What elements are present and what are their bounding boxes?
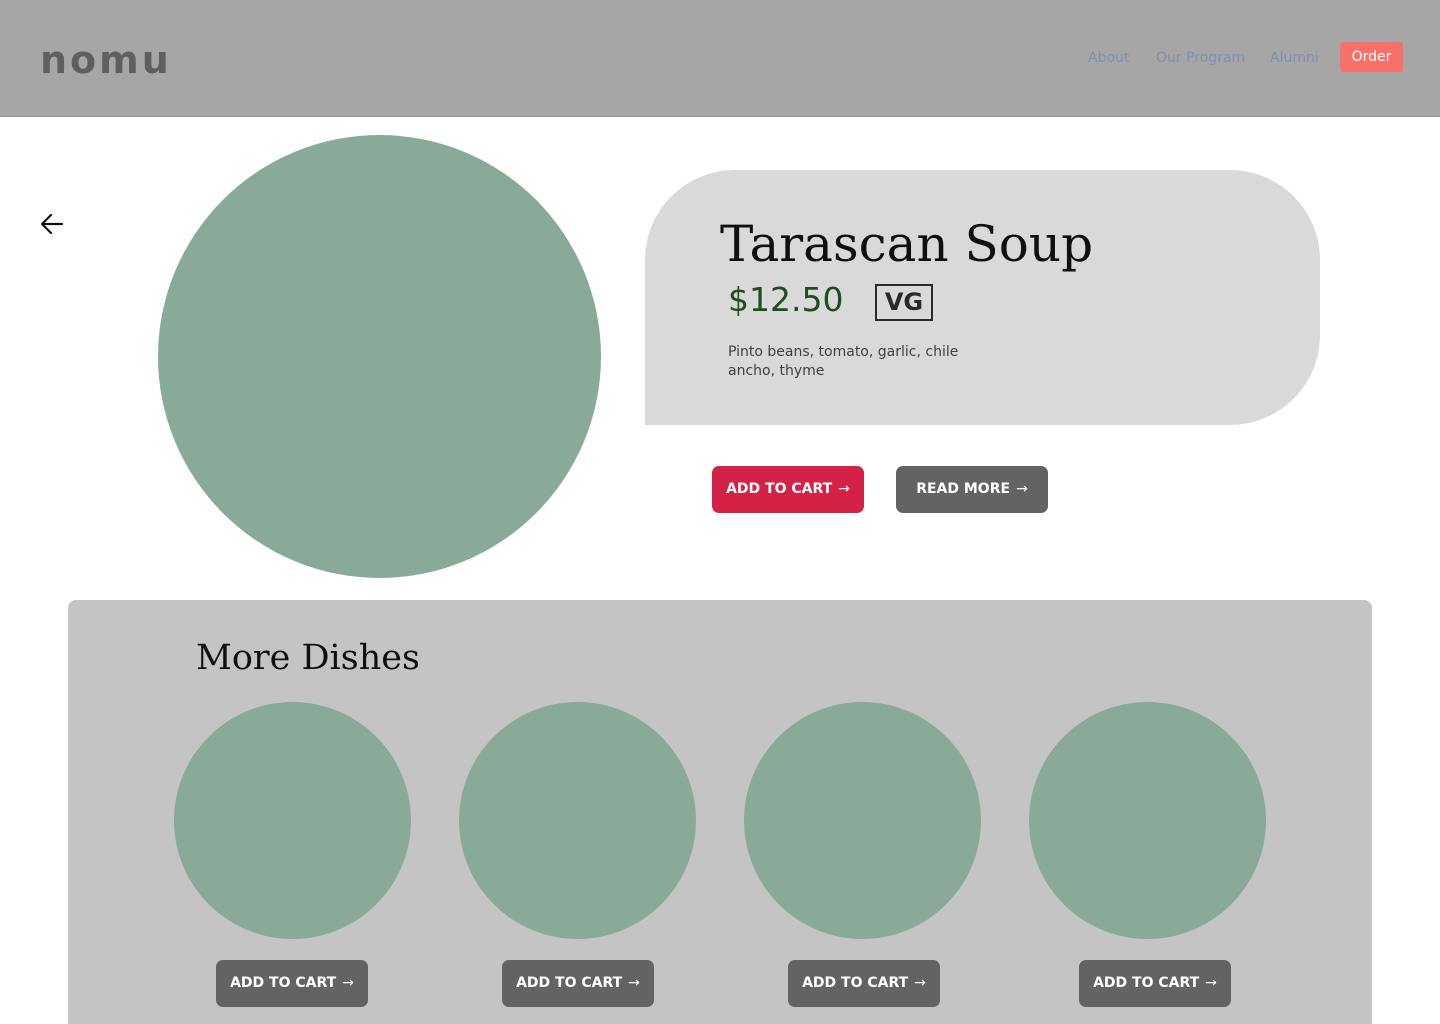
more-dish-image[interactable] [744, 702, 981, 939]
more-dish-add-to-cart-button[interactable]: ADD TO CART → [788, 960, 940, 1007]
read-more-button[interactable]: READ MORE → [896, 466, 1048, 513]
arrow-right-icon: → [342, 975, 354, 991]
add-to-cart-button[interactable]: ADD TO CART → [712, 466, 864, 513]
more-dishes-title: More Dishes [196, 638, 420, 678]
dish-image [158, 135, 601, 578]
add-to-cart-label: ADD TO CART [1093, 975, 1200, 991]
dish-price: $12.50 [728, 280, 844, 319]
dish-title: Tarascan Soup [720, 215, 1094, 273]
nav-link-our-program[interactable]: Our Program [1156, 48, 1245, 68]
arrow-right-icon: → [628, 975, 640, 991]
back-button[interactable] [38, 210, 66, 238]
nav-link-about[interactable]: About [1088, 48, 1129, 68]
read-more-label: READ MORE [916, 481, 1011, 497]
dish-description: Pinto beans, tomato, garlic, chile ancho… [728, 344, 959, 379]
add-to-cart-label: ADD TO CART [726, 481, 833, 497]
arrow-right-icon: → [838, 481, 850, 497]
more-dish-image[interactable] [459, 702, 696, 939]
more-dish-add-to-cart-button[interactable]: ADD TO CART → [502, 960, 654, 1007]
add-to-cart-label: ADD TO CART [802, 975, 909, 991]
nav-link-alumni[interactable]: Alumni [1270, 48, 1319, 68]
arrow-right-icon: → [1016, 481, 1028, 497]
arrow-right-icon: → [1205, 975, 1217, 991]
site-header: nomu About Our Program Alumni Order [0, 0, 1440, 117]
more-dish-add-to-cart-button[interactable]: ADD TO CART → [216, 960, 368, 1007]
more-dish-add-to-cart-button[interactable]: ADD TO CART → [1079, 960, 1231, 1007]
more-dish-image[interactable] [1029, 702, 1266, 939]
more-dish-image[interactable] [174, 702, 411, 939]
add-to-cart-label: ADD TO CART [516, 975, 623, 991]
logo[interactable]: nomu [40, 38, 172, 82]
arrow-right-icon: → [914, 975, 926, 991]
add-to-cart-label: ADD TO CART [230, 975, 337, 991]
arrow-left-icon [40, 213, 64, 235]
order-button[interactable]: Order [1340, 42, 1403, 72]
vegan-badge: VG [875, 284, 933, 321]
